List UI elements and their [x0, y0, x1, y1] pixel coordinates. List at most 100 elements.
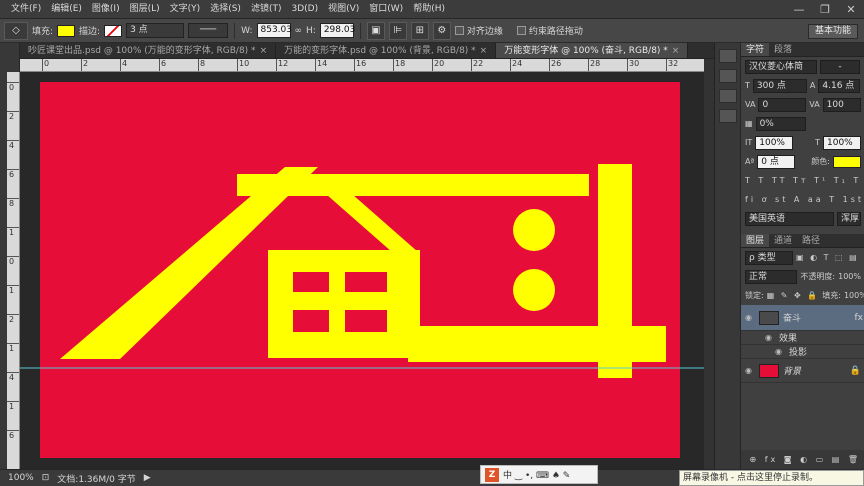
ruler-tick — [588, 59, 589, 71]
document-tab-active[interactable]: 万能变形字体 @ 100% (奋斗, RGB/8) * × — [496, 43, 689, 58]
menu-type[interactable]: 文字(Y) — [165, 0, 206, 19]
antialias-dropdown[interactable]: 浑厚 — [837, 211, 861, 226]
font-size-input[interactable]: 300 点 — [752, 78, 807, 93]
height-input[interactable]: 298.03 — [319, 23, 355, 38]
font-row: 汉仪菱心体简 - — [741, 57, 864, 76]
minimize-icon[interactable]: — — [786, 0, 812, 19]
eye-icon[interactable]: ◉ — [775, 347, 785, 356]
close-icon[interactable]: ✕ — [838, 0, 864, 19]
leading-input[interactable]: 4.16 点 — [818, 78, 861, 93]
tracking-input[interactable]: 100 — [822, 97, 861, 112]
path-ops-icon[interactable]: ▣ — [366, 21, 385, 40]
separator — [359, 22, 361, 39]
document-canvas[interactable] — [20, 72, 704, 469]
link-icon[interactable]: ∞ — [295, 26, 303, 36]
close-icon[interactable]: × — [260, 43, 268, 58]
menu-help[interactable]: 帮助(H) — [408, 0, 450, 19]
ime-toolbar[interactable]: Z 中 ‿ •, ⌨ ♠ ✎ — [480, 465, 598, 484]
vertical-scrollbar[interactable] — [704, 59, 714, 469]
text-color-swatch[interactable] — [833, 155, 861, 168]
close-icon[interactable]: × — [672, 43, 680, 58]
adjust-icon[interactable] — [718, 89, 737, 103]
menu-select[interactable]: 选择(S) — [205, 0, 246, 19]
workspace-button[interactable]: 基本功能 — [807, 24, 858, 39]
horizontal-ruler[interactable]: 0 2 4 6 8 10 12 14 16 18 20 22 24 26 28 30 32 — [20, 59, 704, 72]
dropshadow-label: 投影 — [789, 348, 808, 358]
vertical-ruler[interactable]: 0246810121416 — [7, 72, 20, 469]
properties-icon[interactable] — [718, 69, 737, 83]
menu-view[interactable]: 视图(V) — [323, 0, 364, 19]
width-input[interactable]: 853.03 — [256, 23, 292, 38]
eye-icon[interactable]: ◉ — [765, 333, 775, 342]
menu-edit[interactable]: 编辑(E) — [46, 0, 87, 19]
layer-row-fendou[interactable]: ◉ 奋斗 fx — [741, 305, 864, 331]
filter-icons[interactable]: ▣ ◐ T ⬚ ▤ — [796, 253, 859, 262]
layer-action-icons[interactable]: ⊕ fx ◙ ◐ ▭ ▤ 🗑 — [749, 455, 861, 464]
constrain-path-label: 约束路径拖动 — [528, 27, 583, 37]
layer-filter-dropdown[interactable]: ρ 类型 — [745, 250, 793, 265]
menu-file[interactable]: 文件(F) — [6, 0, 46, 19]
blend-mode-dropdown[interactable]: 正常 — [745, 269, 798, 284]
tab-layers[interactable]: 图层 — [741, 234, 770, 247]
align-edges-checkbox[interactable]: 对齐边缘 — [454, 24, 503, 37]
recording-notice[interactable]: 屏幕录像机 - 点击这里停止录制。 — [679, 470, 864, 486]
vertical-scale-input[interactable]: 100% — [755, 135, 794, 150]
tab-channels[interactable]: 通道 — [769, 234, 797, 247]
settings-gear-icon[interactable]: ⚙ — [432, 21, 451, 40]
layer-row-background[interactable]: ◉ 背景 🔒 — [741, 359, 864, 383]
language-dropdown[interactable]: 美国英语 — [745, 211, 834, 226]
ruler-label: 4 — [9, 373, 15, 382]
menu-3d[interactable]: 3D(D) — [286, 0, 323, 19]
restore-icon[interactable]: ❐ — [812, 0, 838, 19]
menu-filter[interactable]: 滤镜(T) — [246, 0, 287, 19]
layer-effects-row[interactable]: ◉ 效果 — [741, 331, 864, 345]
history-icon[interactable] — [718, 49, 737, 63]
zoom-level[interactable]: 100% — [8, 473, 34, 483]
ruler-label: 24 — [512, 59, 523, 68]
ruler-tick — [315, 59, 316, 71]
export-icon[interactable]: ⊡ — [42, 473, 50, 483]
tsume-input[interactable]: 0% — [755, 116, 806, 131]
stroke-swatch[interactable] — [104, 24, 123, 37]
constrain-path-checkbox[interactable]: 约束路径拖动 — [516, 24, 583, 37]
font-style-dropdown[interactable]: - — [820, 59, 860, 74]
font-size-icon: T — [745, 81, 750, 90]
status-arrow-icon[interactable]: ▶ — [144, 473, 151, 483]
ruler-tick — [393, 59, 394, 71]
fill-value[interactable]: 100% — [844, 291, 864, 300]
fill-swatch[interactable] — [57, 24, 76, 37]
fx-icon[interactable]: fx — [855, 313, 864, 323]
faux-style-buttons[interactable]: T T TT Tт T¹ T₁ T T — [745, 176, 864, 185]
document-tab[interactable]: 吵匠课堂出品.psd @ 100% (万能的变形字体, RGB/8) * × — [20, 43, 277, 58]
shape-tool-icon[interactable]: ◇ — [4, 21, 28, 40]
eye-icon[interactable]: ◉ — [745, 366, 755, 375]
opacity-value[interactable]: 100% — [838, 272, 861, 281]
tab-paths[interactable]: 路径 — [797, 234, 825, 247]
width-label: W: — [241, 25, 253, 36]
ruler-label: 22 — [473, 59, 484, 68]
menu-window[interactable]: 窗口(W) — [364, 0, 408, 19]
stroke-width-dropdown[interactable]: 3 点 — [126, 23, 185, 38]
layer-dropshadow-row[interactable]: ◉ 投影 — [741, 345, 864, 359]
kerning-input[interactable]: 0 — [758, 97, 807, 112]
eye-icon[interactable]: ◉ — [745, 313, 755, 322]
opentype-buttons[interactable]: fi ơ st A aa T 1st ½ — [745, 195, 864, 204]
document-tab[interactable]: 万能的变形字体.psd @ 100% (背景, RGB/8) * × — [276, 43, 497, 58]
lock-icons[interactable]: ▦ ✎ ✥ 🔒 — [767, 291, 820, 300]
ruler-tick — [276, 59, 277, 71]
character-panel-tabs: 字符 段落 — [741, 43, 864, 57]
horizontal-scale-input[interactable]: 100% — [823, 135, 861, 150]
tab-character[interactable]: 字符 — [741, 43, 770, 56]
info-icon[interactable] — [718, 109, 737, 123]
menu-image[interactable]: 图像(I) — [87, 0, 125, 19]
menu-layer[interactable]: 图层(L) — [125, 0, 165, 19]
canvas-area[interactable] — [20, 72, 704, 469]
close-icon[interactable]: × — [480, 43, 488, 58]
baseline-shift-input[interactable]: 0 点 — [757, 154, 796, 169]
tab-paragraph[interactable]: 段落 — [769, 43, 797, 56]
path-align-icon[interactable]: ⊫ — [388, 21, 407, 40]
path-arrange-icon[interactable]: ⊞ — [410, 21, 429, 40]
font-family-dropdown[interactable]: 汉仪菱心体简 — [745, 59, 817, 74]
ime-status[interactable]: 中 ‿ •, ⌨ ♠ ✎ — [503, 468, 570, 481]
stroke-type-dropdown[interactable]: ─── — [188, 23, 229, 38]
